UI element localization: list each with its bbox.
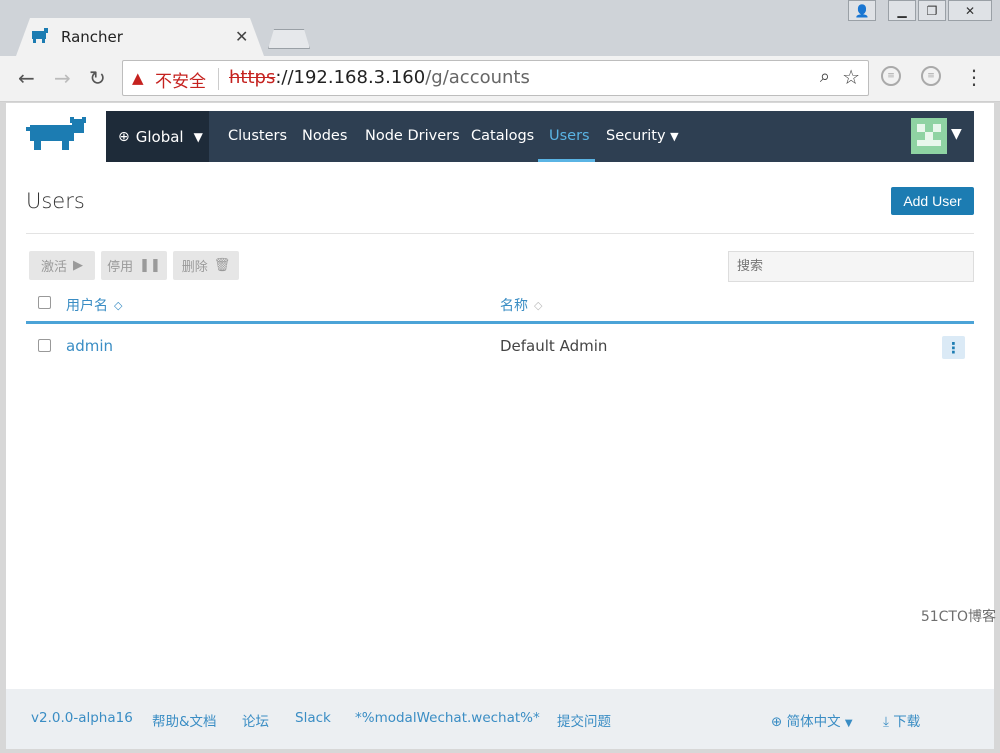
- download-label: 下载: [893, 714, 921, 730]
- slack-link[interactable]: Slack: [295, 710, 331, 726]
- username-link[interactable]: admin: [66, 337, 113, 355]
- back-icon[interactable]: ←: [18, 66, 35, 90]
- omnibox-separator: [218, 68, 219, 90]
- row-checkbox[interactable]: [38, 339, 51, 352]
- zoom-icon[interactable]: ⌕: [820, 66, 830, 87]
- security-chevron-down-icon: ▼: [670, 130, 679, 143]
- extension-icon[interactable]: ≡: [881, 66, 901, 86]
- add-user-button[interactable]: Add User: [891, 187, 974, 215]
- tab-close-icon[interactable]: ✕: [235, 27, 248, 46]
- delete-label: 删除: [181, 260, 208, 275]
- activate-button[interactable]: 激活 ▶: [29, 251, 95, 280]
- new-tab-button[interactable]: [268, 29, 310, 49]
- restore-icon[interactable]: ❐: [918, 0, 946, 21]
- url-text[interactable]: https://192.168.3.160/g/accounts: [229, 67, 530, 88]
- search-input[interactable]: [728, 251, 974, 282]
- tab-title: Rancher: [61, 28, 123, 46]
- window-close-icon[interactable]: ✕: [948, 0, 992, 21]
- forum-link[interactable]: 论坛: [242, 710, 269, 730]
- rancher-favicon-icon: [32, 28, 48, 43]
- download-icon: ⤓: [883, 714, 889, 730]
- nav-nodes[interactable]: Nodes: [302, 128, 347, 144]
- nav-clusters[interactable]: Clusters: [228, 128, 287, 144]
- reload-icon[interactable]: ↻: [89, 66, 106, 90]
- issue-link[interactable]: 提交问题: [557, 710, 611, 730]
- minimize-icon[interactable]: ▁: [888, 0, 916, 21]
- chevron-down-icon: ▼: [193, 129, 203, 144]
- avatar-chevron-down-icon[interactable]: ▼: [951, 126, 962, 142]
- activate-label: 激活: [40, 260, 67, 275]
- version-link[interactable]: v2.0.0-alpha16: [31, 710, 133, 726]
- sort-icon: ◇: [114, 298, 123, 312]
- column-name-label: 名称: [500, 298, 528, 314]
- rancher-page: ⊕ Global ▼ Clusters Nodes Node Drivers C…: [6, 103, 994, 749]
- column-username[interactable]: 用户名 ◇: [66, 295, 122, 315]
- nav-security[interactable]: Security ▼: [606, 128, 679, 144]
- browser-tab[interactable]: [16, 18, 264, 56]
- column-username-label: 用户名: [66, 298, 108, 314]
- active-nav-indicator: [538, 159, 595, 162]
- url-host: ://192.168.3.160: [275, 67, 426, 88]
- forward-icon[interactable]: →: [54, 66, 71, 90]
- wechat-link[interactable]: *%modalWechat.wechat%*: [355, 710, 540, 726]
- trash-icon: 🗑: [213, 258, 231, 273]
- rancher-logo-icon[interactable]: [26, 117, 92, 153]
- pause-icon: ❚❚: [139, 258, 161, 273]
- global-label: Global: [135, 127, 184, 146]
- url-scheme: https: [229, 67, 276, 88]
- globe-icon: ⊕: [118, 128, 130, 145]
- page-title: Users: [26, 189, 85, 213]
- language-label: 简体中文: [786, 714, 841, 730]
- top-navigation: ⊕ Global ▼ Clusters Nodes Node Drivers C…: [106, 111, 974, 162]
- table-header-line: [26, 321, 974, 324]
- language-selector[interactable]: ⊕ 简体中文 ▼: [771, 710, 853, 730]
- profile-icon[interactable]: 👤: [848, 0, 876, 21]
- bookmark-star-icon[interactable]: ☆: [842, 65, 860, 89]
- user-avatar[interactable]: [911, 118, 947, 154]
- language-chevron-down-icon: ▼: [844, 718, 853, 729]
- deactivate-label: 停用: [107, 260, 134, 275]
- nav-security-label: Security: [606, 128, 666, 144]
- title-divider: [26, 233, 974, 234]
- browser-toolbar: ← → ↻ ▲ 不安全 https://192.168.3.160/g/acco…: [0, 56, 1000, 102]
- play-icon: ▶: [73, 258, 83, 273]
- nav-users[interactable]: Users: [549, 128, 590, 144]
- insecure-label: 不安全: [155, 72, 206, 92]
- watermark: 51CTO博客: [920, 609, 996, 625]
- deactivate-button[interactable]: 停用 ❚❚: [101, 251, 167, 280]
- global-dropdown[interactable]: ⊕ Global ▼: [106, 111, 209, 162]
- nav-catalogs[interactable]: Catalogs: [471, 128, 534, 144]
- help-link[interactable]: 帮助&文档: [152, 710, 217, 730]
- language-globe-icon: ⊕: [771, 714, 783, 730]
- nav-node-drivers[interactable]: Node Drivers: [365, 128, 460, 144]
- chrome-menu-icon[interactable]: ⋮: [964, 65, 984, 89]
- footer: v2.0.0-alpha16 帮助&文档 论坛 Slack *%modalWec…: [6, 689, 994, 749]
- row-actions-icon[interactable]: ⋮: [942, 336, 965, 359]
- select-all-checkbox[interactable]: [38, 296, 51, 309]
- url-path: /g/accounts: [425, 67, 530, 88]
- extension-icon-2[interactable]: ≡: [921, 66, 941, 86]
- browser-titlebar: Rancher ✕ 👤 ▁ ❐ ✕: [0, 0, 1000, 56]
- delete-button[interactable]: 删除 🗑: [173, 251, 239, 280]
- sort-icon: ◇: [534, 298, 543, 312]
- display-name: Default Admin: [500, 337, 608, 355]
- download-link[interactable]: ⤓ 下载: [883, 710, 920, 730]
- warning-icon: ▲: [132, 69, 144, 87]
- column-name[interactable]: 名称 ◇: [500, 295, 542, 315]
- address-bar[interactable]: ▲ 不安全 https://192.168.3.160/g/accounts ⌕…: [122, 60, 869, 96]
